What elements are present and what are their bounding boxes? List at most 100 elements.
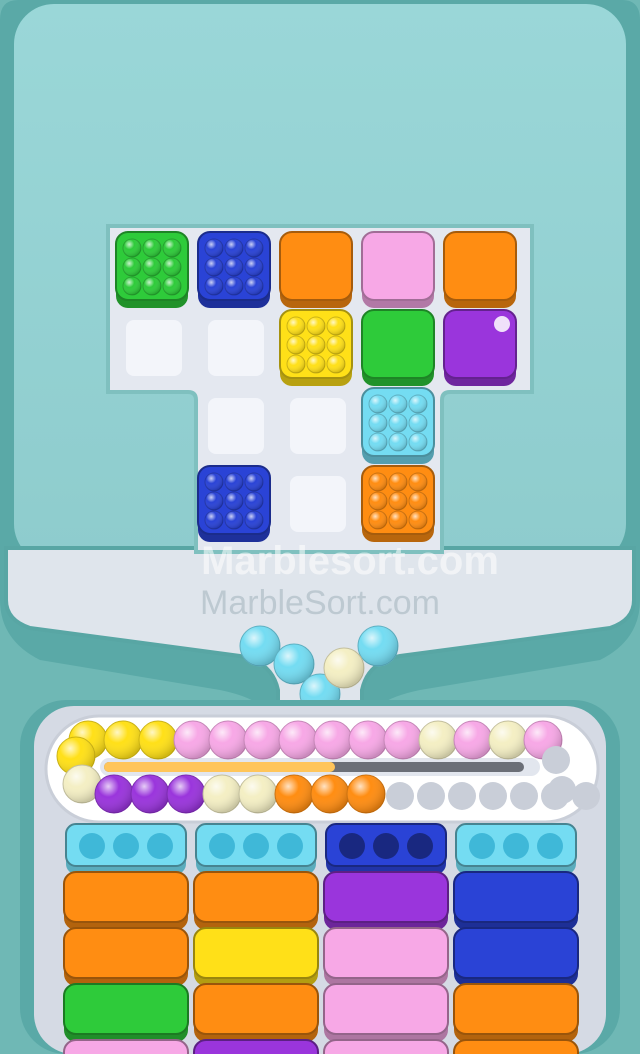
yellow-block[interactable] [279, 309, 353, 386]
conveyor-marble [418, 720, 458, 760]
conveyor-marble [130, 774, 170, 814]
sort-column[interactable] [453, 823, 579, 1054]
tray-hole [339, 833, 365, 859]
conveyor-marble [103, 720, 143, 760]
orange-stack-block [63, 927, 189, 986]
orange-stack-block [193, 983, 319, 1042]
purple-stack-block [193, 1039, 319, 1054]
empty-conveyor-slot [510, 782, 538, 810]
empty-slot [290, 398, 346, 454]
tray-hole [209, 833, 235, 859]
tray-hole [503, 833, 529, 859]
empty-slot [208, 320, 264, 376]
block-marble [388, 432, 408, 452]
blue-block[interactable] [197, 231, 271, 308]
block-marble [326, 316, 346, 336]
sort-column[interactable] [193, 823, 319, 1054]
block-marble [368, 472, 388, 492]
conveyor-marble [310, 774, 350, 814]
block-marble [244, 491, 264, 511]
block-marble [368, 413, 388, 433]
block-marble [286, 354, 306, 374]
block-marble [368, 510, 388, 530]
conveyor-marble [348, 720, 388, 760]
orange-stack-block [193, 871, 319, 930]
block-marble [368, 491, 388, 511]
block-marble [368, 432, 388, 452]
orange-block[interactable] [279, 231, 353, 308]
block-marble [244, 510, 264, 530]
empty-conveyor-slot [386, 782, 414, 810]
conveyor-marble [243, 720, 283, 760]
watermark-secondary: MarbleSort.com [200, 584, 440, 622]
marker-dot [494, 316, 510, 332]
conveyor-marble [238, 774, 278, 814]
block-marble [224, 238, 244, 258]
tray-hole [113, 833, 139, 859]
empty-conveyor-slot [548, 776, 576, 804]
empty-slot [290, 476, 346, 532]
yellow-stack-block [193, 927, 319, 986]
block-marble [388, 394, 408, 414]
pink-stack-block [323, 927, 449, 986]
green-block[interactable] [115, 231, 189, 308]
conveyor-marble [346, 774, 386, 814]
purple-stack-block [323, 871, 449, 930]
conveyor-marble [383, 720, 423, 760]
purple-block[interactable] [443, 309, 517, 386]
tray-hole [537, 833, 563, 859]
block-marble [306, 354, 326, 374]
block-marble [306, 335, 326, 355]
green-block[interactable] [361, 309, 435, 386]
orange-block[interactable] [443, 231, 517, 308]
conveyor-marble [202, 774, 242, 814]
block-marble [388, 472, 408, 492]
tray-hole [147, 833, 173, 859]
empty-conveyor-slot [417, 782, 445, 810]
block-marble [122, 276, 142, 296]
blue-stack-block [453, 871, 579, 930]
cyan-block[interactable] [361, 387, 435, 464]
block-marble [122, 238, 142, 258]
empty-conveyor-slot [542, 746, 570, 774]
orange-block[interactable] [361, 465, 435, 542]
block-marble [244, 257, 264, 277]
tray-hole [277, 833, 303, 859]
conveyor-marble [138, 720, 178, 760]
block-marble [408, 491, 428, 511]
empty-conveyor-slot [572, 782, 600, 810]
sort-column[interactable] [63, 823, 189, 1054]
blue-stack-block [453, 927, 579, 986]
tray-hole [373, 833, 399, 859]
orange-stack-block [453, 1039, 579, 1054]
sort-column[interactable] [323, 823, 449, 1054]
conveyor-marble [173, 720, 213, 760]
pink-stack-block [323, 983, 449, 1042]
block-marble [286, 316, 306, 336]
game-scene: Marblesort.com MarbleSort.com [0, 0, 640, 1054]
conveyor-marble [94, 774, 134, 814]
block-marble [326, 354, 346, 374]
block-marble [162, 276, 182, 296]
progress-fill [104, 762, 335, 772]
blue-block[interactable] [197, 465, 271, 542]
conveyor-marble [166, 774, 206, 814]
pink-stack-block [63, 1039, 189, 1054]
block-marble [408, 472, 428, 492]
block-marble [286, 335, 306, 355]
block-marble [204, 276, 224, 296]
block-marble [162, 257, 182, 277]
falling-marble [323, 647, 365, 689]
block-marble [224, 472, 244, 492]
block-marble [204, 257, 224, 277]
pink-stack-block [323, 1039, 449, 1054]
empty-conveyor-slot [479, 782, 507, 810]
watermark-primary: Marblesort.com [201, 539, 499, 583]
block-marble [224, 276, 244, 296]
tray-hole [79, 833, 105, 859]
pink-block[interactable] [361, 231, 435, 308]
block-marble [142, 238, 162, 258]
conveyor-marble [278, 720, 318, 760]
block-marble [388, 413, 408, 433]
block-marble [204, 491, 224, 511]
